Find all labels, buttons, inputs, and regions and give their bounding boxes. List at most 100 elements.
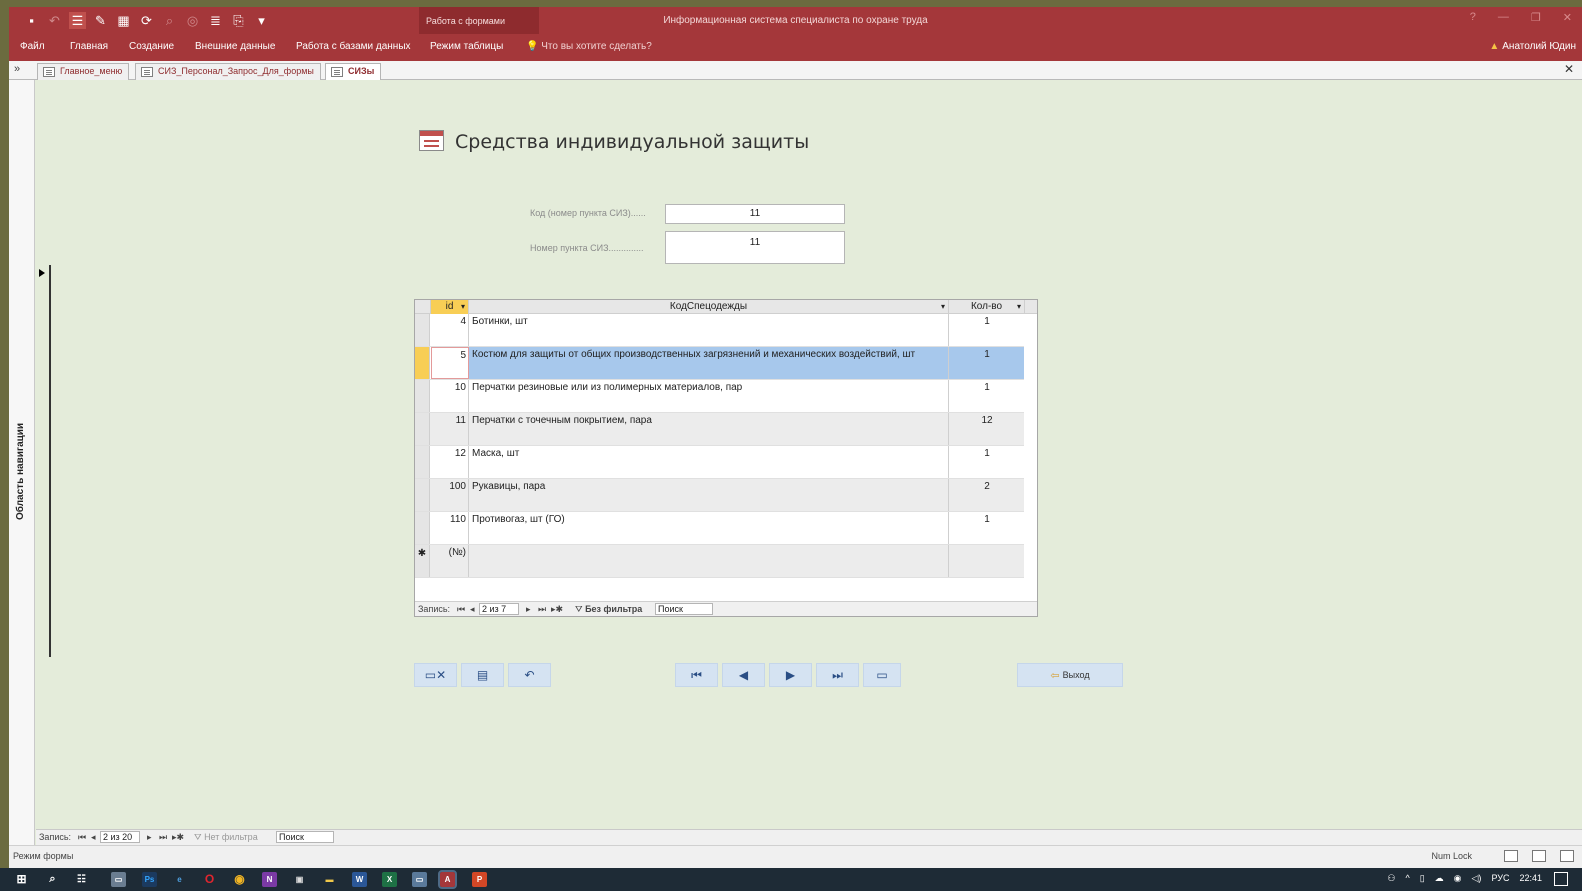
help-button[interactable]: ? <box>1470 11 1476 24</box>
file-explorer-icon[interactable]: ▬ <box>322 872 337 887</box>
exit-button[interactable]: ⇦ Выход <box>1017 663 1123 687</box>
cell-qty[interactable]: 1 <box>949 380 1025 412</box>
cell-id[interactable]: 11 <box>431 413 469 445</box>
navigation-pane[interactable]: Область навигации <box>9 80 35 855</box>
doc-tab-sizy[interactable]: СИЗы <box>325 63 382 80</box>
table-row[interactable]: 100 Рукавицы, пара 2 <box>415 479 1025 512</box>
cell-name[interactable]: Рукавицы, пара <box>469 479 949 511</box>
row-selector[interactable] <box>415 347 430 379</box>
new-record-nav-icon[interactable]: ▸✱ <box>172 832 184 843</box>
cell-name[interactable]: Перчатки с точечным покрытием, пара <box>469 413 949 445</box>
cell-id[interactable]: 12 <box>431 446 469 478</box>
cell-name[interactable]: Маска, шт <box>469 446 949 478</box>
close-window-button[interactable]: ✕ <box>1563 11 1572 24</box>
select-all-corner[interactable] <box>415 300 431 314</box>
cell-qty[interactable]: 1 <box>949 314 1025 346</box>
photoshop-icon[interactable]: Ps <box>142 872 157 887</box>
row-selector[interactable] <box>415 314 430 346</box>
table-row[interactable]: 10 Перчатки резиновые или из полимерных … <box>415 380 1025 413</box>
clock[interactable]: 22:41 <box>1519 873 1542 884</box>
computer-icon[interactable]: ▭ <box>111 872 126 887</box>
tab-file[interactable]: Файл <box>20 41 45 52</box>
cell-id-new[interactable]: (№) <box>431 545 469 577</box>
volume-icon[interactable]: ◁) <box>1472 873 1482 884</box>
row-selector[interactable] <box>415 479 430 511</box>
minimize-button[interactable]: — <box>1498 11 1509 24</box>
column-header-code[interactable]: КодСпецодежды ▾ <box>469 300 949 314</box>
last-record-icon[interactable]: ⏭ <box>538 604 546 615</box>
table-row[interactable]: 110 Противогаз, шт (ГО) 1 <box>415 512 1025 545</box>
search-input[interactable]: Поиск <box>655 603 713 615</box>
cloud-icon[interactable]: ☁ <box>1435 873 1444 884</box>
cell-name[interactable]: Ботинки, шт <box>469 314 949 346</box>
next-record-button[interactable]: ▶ <box>769 663 812 687</box>
previous-record-button[interactable]: ◀ <box>722 663 765 687</box>
tab-external-data[interactable]: Внешние данные <box>195 41 275 52</box>
excel-icon[interactable]: X <box>382 872 397 887</box>
nav-pane-toggle-icon[interactable]: » <box>14 63 20 75</box>
tab-create[interactable]: Создание <box>129 41 174 52</box>
next-record-icon[interactable]: ▸ <box>526 604 531 615</box>
column-header-qty[interactable]: Кол-во ▾ <box>949 300 1025 314</box>
cell-qty-new[interactable] <box>949 545 1025 577</box>
cell-name[interactable]: Перчатки резиновые или из полимерных мат… <box>469 380 949 412</box>
dropdown-icon[interactable]: ▾ <box>1017 300 1021 314</box>
design-view-icon[interactable] <box>1560 850 1574 862</box>
task-view-icon[interactable]: ☷ <box>74 872 89 887</box>
filter-status[interactable]: ⛛ Нет фильтра <box>194 832 258 843</box>
row-selector[interactable] <box>415 380 430 412</box>
row-selector[interactable] <box>415 413 430 445</box>
layout-view-icon[interactable] <box>1532 850 1546 862</box>
restore-button[interactable]: ❐ <box>1531 11 1541 24</box>
cell-id[interactable]: 4 <box>431 314 469 346</box>
chrome-icon[interactable]: ◉ <box>232 872 247 887</box>
dropdown-icon[interactable]: ▾ <box>941 300 945 314</box>
code-field[interactable]: 11 <box>665 204 845 224</box>
table-row[interactable]: 12 Маска, шт 1 <box>415 446 1025 479</box>
cell-name-new[interactable] <box>469 545 949 577</box>
tell-me-box[interactable]: 💡 Что вы хотите сделать? <box>526 41 652 52</box>
chevron-up-icon[interactable]: ^ <box>1405 873 1409 884</box>
undo-record-button[interactable]: ↶ <box>508 663 551 687</box>
tab-datasheet-mode[interactable]: Режим таблицы <box>430 41 503 52</box>
cell-name[interactable]: Костюм для защиты от общих производствен… <box>469 347 949 379</box>
user-account[interactable]: ▲ Анатолий Юдин <box>1489 41 1576 52</box>
previous-record-icon[interactable]: ◂ <box>470 604 475 615</box>
notifications-icon[interactable] <box>1554 872 1568 886</box>
access-icon[interactable]: A <box>438 870 457 889</box>
new-record-row[interactable]: ✱ (№) <box>415 545 1025 578</box>
record-selector-bar[interactable] <box>36 265 51 657</box>
windows-start-icon[interactable]: ⊞ <box>14 872 29 887</box>
datasheet-scrollbar[interactable] <box>1024 314 1037 600</box>
first-record-icon[interactable]: ⏮ <box>78 832 86 843</box>
close-document-icon[interactable]: ✕ <box>1564 62 1574 76</box>
form-view-icon[interactable] <box>1504 850 1518 862</box>
first-record-button[interactable]: ⏮ <box>675 663 718 687</box>
store-icon[interactable]: ▣ <box>292 872 307 887</box>
sort-dropdown-icon[interactable]: ▾ <box>461 300 465 314</box>
powerpoint-icon[interactable]: P <box>472 872 487 887</box>
cell-id[interactable]: 110 <box>431 512 469 544</box>
cell-qty[interactable]: 1 <box>949 446 1025 478</box>
doc-tab-siz-personal[interactable]: СИЗ_Персонал_Запрос_Для_формы <box>135 63 321 80</box>
row-selector[interactable] <box>415 446 430 478</box>
edge-icon[interactable]: e <box>172 872 187 887</box>
table-row[interactable]: 4 Ботинки, шт 1 <box>415 314 1025 347</box>
cell-id[interactable]: 5 <box>431 347 469 379</box>
previous-record-icon[interactable]: ◂ <box>91 832 96 843</box>
last-record-button[interactable]: ⏭ <box>816 663 859 687</box>
record-position-input[interactable]: 2 из 20 <box>100 831 140 843</box>
item-number-field[interactable]: 11 <box>665 231 845 264</box>
onenote-icon[interactable]: N <box>262 872 277 887</box>
cell-qty[interactable]: 2 <box>949 479 1025 511</box>
cell-id[interactable]: 100 <box>431 479 469 511</box>
delete-record-button[interactable]: ▭✕ <box>414 663 457 687</box>
record-position-input[interactable]: 2 из 7 <box>479 603 519 615</box>
cell-qty[interactable]: 1 <box>949 347 1025 379</box>
tab-home[interactable]: Главная <box>70 41 108 52</box>
search-icon[interactable]: ⌕ <box>45 872 60 887</box>
first-record-icon[interactable]: ⏮ <box>457 604 465 615</box>
word-icon[interactable]: W <box>352 872 367 887</box>
new-record-button[interactable]: ▭ <box>863 663 901 687</box>
last-record-icon[interactable]: ⏭ <box>159 832 167 843</box>
